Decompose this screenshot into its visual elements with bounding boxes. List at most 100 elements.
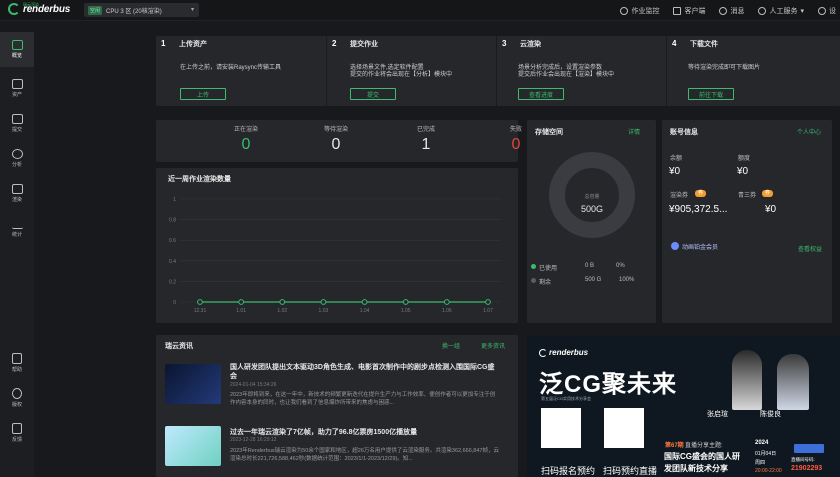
analyze-icon — [11, 149, 23, 159]
data-point[interactable] — [443, 299, 450, 305]
stat-failed[interactable]: 失败 0 — [426, 120, 522, 162]
top-bar: renderbus 瑞云渲染 空闲 CPU 3 区 (20核渲染) ▾ 作业监控… — [0, 0, 840, 21]
y-tick-label: 0.6 — [169, 238, 176, 244]
monitor-icon — [620, 6, 629, 15]
stat-rendering[interactable]: 正在渲染 0 — [156, 120, 258, 162]
live-room-number: 21902293 — [791, 465, 823, 472]
more-news-link[interactable]: 更多资讯 — [481, 341, 505, 350]
settings-button[interactable]: 设 — [818, 6, 836, 16]
x-tick-label: 12.31 — [194, 308, 207, 314]
client-icon — [673, 6, 682, 15]
account-title: 账号信息 — [670, 129, 698, 136]
coupon-badge: 券 — [695, 190, 706, 197]
sidebar-label: 帮助 — [11, 366, 22, 373]
x-tick-label: 1.04 — [360, 308, 370, 314]
event-year: 2024 — [755, 440, 769, 446]
scan-signup-label: 扫码报名预约 — [541, 466, 596, 476]
y-tick-label: 0.8 — [169, 218, 176, 224]
client-button[interactable]: 客户端 — [673, 6, 705, 16]
step-upload: 1 上传资产 在上传之前，请安装Raysync传输工具 上传 — [156, 36, 326, 106]
sidebar-label: 资产 — [11, 92, 22, 98]
speaker1-name: 张启瑄 — [707, 411, 728, 418]
chevron-down-icon: ▾ — [190, 7, 194, 13]
logo-icon — [8, 3, 20, 15]
render-icon — [11, 184, 23, 194]
data-point[interactable] — [361, 299, 368, 305]
step-number: 4 — [672, 39, 677, 48]
used-value: 0 B — [585, 263, 595, 269]
go-download-button[interactable]: 前往下载 — [688, 88, 734, 100]
storage-title: 存储空间 — [535, 129, 563, 136]
data-point[interactable] — [197, 299, 203, 305]
sidebar-item-stats[interactable]: 统计 — [0, 211, 34, 246]
news-thumbnail[interactable] — [165, 426, 221, 466]
step-download: 4 下载文件 等待渲染完成即可下载图片 前往下载 — [666, 36, 840, 106]
storage-center-label: 总容量 — [584, 193, 599, 200]
weekly-job-chart: 0 0.2 0.4 0.6 0.8 1 12.31 1.01 1.02 1.03 1.04 1.05 1… — [169, 197, 501, 314]
submit-icon — [11, 114, 23, 124]
sidebar-item-submit[interactable]: 提交 — [0, 106, 34, 141]
support-button[interactable]: 人工服务 ▾ — [758, 6, 804, 16]
live-room-label: 直播间号码: — [791, 457, 815, 462]
coupon-value: ¥905,372.5... — [669, 204, 728, 215]
storage-center-value: 500G — [581, 204, 603, 214]
job-monitor-label: 作业监控 — [631, 7, 660, 15]
submit-button[interactable]: 提交 — [350, 88, 396, 100]
sidebar-item-feedback[interactable]: 反馈 — [0, 415, 34, 450]
help-icon — [12, 352, 22, 364]
banner-headline: 泛CG聚未来 — [539, 371, 677, 398]
episode-number: 第67期 — [665, 443, 684, 449]
storage-detail-link[interactable]: 详情 — [628, 127, 640, 136]
step-cloud-render: 3 云渲染 场景分析完成后，设置渲染参数 提交后作业会出现在【渲染】模块中 查看… — [496, 36, 666, 106]
view-benefits-link[interactable]: 查看权益 — [798, 244, 822, 253]
sidebar-item-help[interactable]: 帮助 — [0, 345, 34, 380]
balance-label: 余额 — [670, 156, 683, 162]
x-tick-label: 1.03 — [319, 308, 329, 314]
data-point[interactable] — [402, 299, 409, 305]
asset-icon — [11, 79, 23, 89]
upload-button[interactable]: 上传 — [180, 88, 226, 100]
refresh-news-link[interactable]: 换一组 — [442, 341, 460, 350]
sidebar-item-analyze[interactable]: 分析 — [0, 141, 34, 176]
messages-button[interactable]: 消息 — [719, 6, 744, 16]
overview-icon — [11, 40, 23, 50]
renderbus-logo[interactable]: renderbus 瑞云渲染 — [8, 2, 70, 15]
sidebar-item-copyright[interactable]: 版权 — [0, 380, 34, 415]
settings-icon — [818, 6, 826, 15]
job-monitor-button[interactable]: 作业监控 — [620, 6, 659, 16]
speaker2-name: 陈俊良 — [760, 411, 781, 418]
render-zone-select[interactable]: 空闲 CPU 3 区 (20核渲染) ▾ — [84, 3, 199, 17]
data-point[interactable] — [279, 299, 286, 305]
step-description: 在上传之前，请安装Raysync传输工具 — [180, 65, 282, 71]
free-legend-dot — [531, 278, 536, 283]
event-banner[interactable]: renderbus 泛CG聚未来 第五届泛CG实用技术分享会 扫码报名预约 扫码… — [527, 336, 840, 477]
sidebar-item-render[interactable]: 渲染 — [0, 176, 34, 211]
step-description: 提交的作业将会出现在【分析】模块中 — [350, 72, 453, 78]
sidebar-item-overview[interactable]: 概览 — [0, 32, 34, 67]
news-item-title[interactable]: 国人研发团队提出文本驱动3D角色生成、电影首次制作中的剧步点检测入围国际CG盛会 — [230, 363, 500, 381]
stat-waiting[interactable]: 等待渲染 0 — [246, 120, 348, 162]
stats-icon — [11, 219, 23, 229]
quota-value: ¥0 — [737, 166, 749, 177]
data-point[interactable] — [238, 299, 245, 305]
news-item-title[interactable]: 过去一年瑞云渲染了7亿帧，助力了96.8亿票房1500亿播放量 — [230, 428, 500, 437]
stat-done[interactable]: 已完成 1 — [336, 120, 435, 162]
signup-qr-code — [541, 408, 581, 448]
banner-subline: 第五届泛CG实用技术分享会 — [541, 396, 591, 401]
step-submit: 2 提交作业 选择场景文件,选定软件配置 提交的作业将会出现在【分析】模块中 提… — [326, 36, 496, 106]
news-item-desc: 2023年即将到来，在这一年中，新技术的频繁更新迭代在提升生产力与工作效率、便创… — [230, 392, 496, 406]
bell-icon — [719, 6, 728, 15]
data-point[interactable] — [485, 299, 491, 305]
quota-label: 额度 — [738, 156, 751, 162]
copyright-icon — [12, 387, 22, 399]
topic-line2: 发团队新技术分享 — [664, 464, 728, 473]
news-thumbnail[interactable] — [165, 364, 221, 404]
news-title: 瑞云资讯 — [165, 343, 193, 350]
step-title: 云渲染 — [520, 41, 541, 48]
sidebar-item-asset[interactable]: 资产 — [0, 71, 34, 106]
view-progress-button[interactable]: 查看进度 — [518, 88, 564, 100]
data-point[interactable] — [320, 299, 327, 305]
personal-center-link[interactable]: 个人中心 — [797, 127, 821, 136]
headset-icon — [758, 6, 767, 15]
sidebar-label: 分析 — [11, 162, 22, 168]
